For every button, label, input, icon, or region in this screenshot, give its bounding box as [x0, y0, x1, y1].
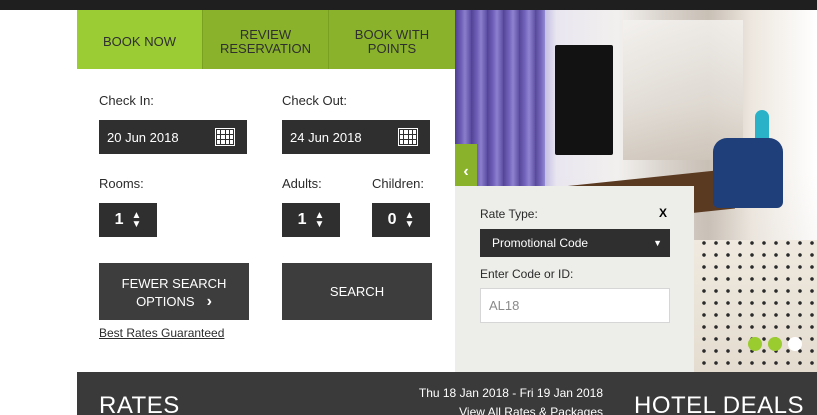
- check-out-label: Check Out:: [282, 93, 348, 108]
- check-in-field[interactable]: 20 Jun 2018: [99, 120, 247, 154]
- updown-arrows-icon: ▲ ▼: [314, 210, 325, 230]
- hotel-deals-title: HOTEL DEALS: [634, 392, 804, 415]
- fewer-line2: OPTIONS: [136, 293, 195, 309]
- tab-label-line1: BOOK WITH: [354, 26, 430, 42]
- booking-widget: BOOK NOW REVIEW RESERVATION BOOK WITH PO…: [77, 10, 455, 372]
- view-all-rates-link[interactable]: View All Rates & Packages: [373, 405, 603, 415]
- rooms-label: Rooms:: [99, 176, 144, 191]
- chevron-right-icon: ›: [206, 292, 212, 310]
- rate-type-select[interactable]: Promotional Code ▼: [480, 229, 670, 257]
- dropdown-arrow-icon: ▼: [653, 238, 662, 248]
- tab-review-reservation[interactable]: REVIEW RESERVATION: [203, 10, 329, 69]
- check-in-label: Check In:: [99, 93, 154, 108]
- fewer-line1: FEWER SEARCH: [121, 275, 227, 291]
- tab-book-with-points[interactable]: BOOK WITH POINTS: [329, 10, 455, 69]
- close-button[interactable]: X: [659, 206, 667, 220]
- check-out-field[interactable]: 24 Jun 2018: [282, 120, 430, 154]
- search-button[interactable]: SEARCH: [282, 263, 432, 320]
- chevron-left-icon: ‹: [463, 162, 469, 180]
- rooms-value: 1: [114, 211, 124, 228]
- fewer-search-options-button[interactable]: FEWER SEARCH OPTIONS ›: [99, 263, 249, 320]
- rates-title: RATES: [99, 392, 180, 415]
- rate-type-label: Rate Type:: [480, 207, 538, 221]
- tab-label: BOOK NOW: [103, 33, 176, 49]
- tab-label-line2: RESERVATION: [219, 40, 312, 56]
- check-out-value: 24 Jun 2018: [290, 129, 362, 145]
- promo-code-input[interactable]: [480, 288, 670, 323]
- carousel-dots: [748, 337, 802, 351]
- date-range: Thu 18 Jan 2018 - Fri 19 Jan 2018: [418, 386, 603, 400]
- best-rates-link[interactable]: Best Rates Guaranteed: [99, 326, 224, 340]
- updown-arrows-icon: ▲ ▼: [404, 210, 415, 230]
- rate-type-selected: Promotional Code: [492, 236, 589, 250]
- updown-arrows-icon: ▲ ▼: [131, 210, 142, 230]
- tab-book-now[interactable]: BOOK NOW: [77, 10, 203, 69]
- hero-tv: [555, 45, 613, 155]
- rooms-stepper[interactable]: 1 ▲ ▼: [99, 203, 157, 237]
- calendar-icon[interactable]: [215, 128, 235, 146]
- carousel-dot-active[interactable]: [788, 337, 802, 351]
- calendar-icon[interactable]: [398, 128, 418, 146]
- adults-value: 1: [297, 211, 307, 228]
- tab-label-line1: REVIEW: [239, 26, 292, 42]
- carousel-dot[interactable]: [768, 337, 782, 351]
- children-stepper[interactable]: 0 ▲ ▼: [372, 203, 430, 237]
- bottom-band: RATES Thu 18 Jan 2018 - Fri 19 Jan 2018 …: [77, 372, 817, 415]
- tab-label-line2: POINTS: [367, 40, 417, 56]
- check-in-value: 20 Jun 2018: [107, 129, 179, 145]
- booking-tabs: BOOK NOW REVIEW RESERVATION BOOK WITH PO…: [77, 10, 455, 69]
- children-value: 0: [387, 211, 397, 228]
- code-label: Enter Code or ID:: [480, 267, 574, 281]
- hero-chair: [713, 138, 783, 208]
- search-label: SEARCH: [329, 284, 385, 299]
- rate-type-panel: Rate Type: X Promotional Code ▼ Enter Co…: [455, 186, 694, 372]
- carousel-dot[interactable]: [748, 337, 762, 351]
- adults-label: Adults:: [282, 176, 322, 191]
- adults-stepper[interactable]: 1 ▲ ▼: [282, 203, 340, 237]
- top-strip: [0, 0, 817, 10]
- children-label: Children:: [372, 176, 425, 191]
